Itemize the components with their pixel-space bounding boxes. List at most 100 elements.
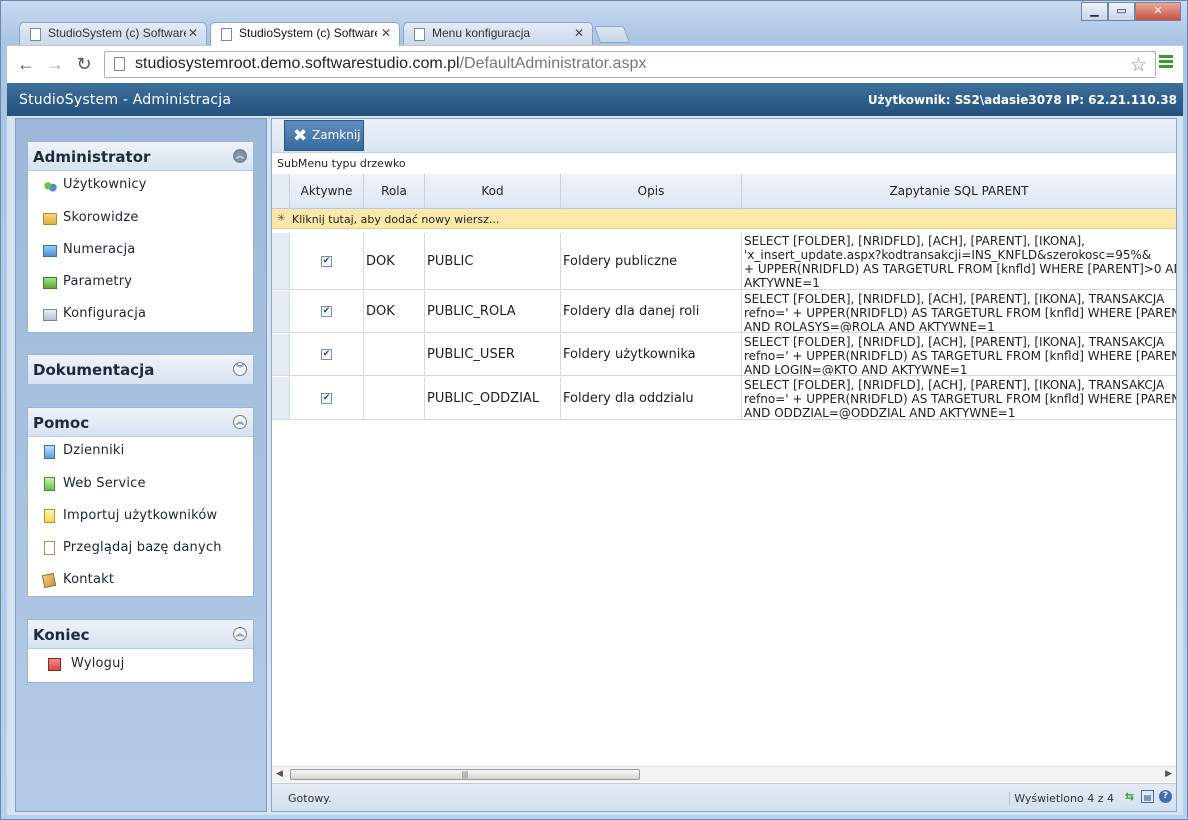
sidebar-item-importuj-uzytkownikow[interactable]: Importuj użytkowników [28, 501, 253, 533]
column-header-sql-parent[interactable]: Zapytanie SQL PARENT [742, 174, 1176, 209]
row-selector[interactable] [272, 291, 290, 332]
maximize-button[interactable]: ▭ [1108, 2, 1135, 21]
sidebar-item-label: Web Service [63, 476, 146, 491]
browser-window: StudioSystem (c) Software ✕ StudioSystem… [0, 0, 1188, 820]
sidebar-item-label: Numeracja [63, 242, 136, 257]
collapse-icon[interactable]: ︽ [233, 149, 247, 163]
url-host: studiosystemroot.demo.softwarestudio.com… [135, 55, 460, 72]
help-icon[interactable]: ? [1159, 790, 1172, 803]
cell-kod: PUBLIC_ODDZIAL [425, 377, 561, 419]
collapse-icon[interactable]: ︽ [233, 415, 247, 429]
cell-aktywne[interactable]: ✔ [290, 291, 364, 332]
group-administrator: Administrator ︽ Użytkownicy Skorowidze N… [27, 141, 254, 333]
sidebar-item-konfiguracja[interactable]: Konfiguracja [28, 299, 253, 331]
status-bar: Gotowy. Wyświetlono 4 z 4 ⇆ ▤ ? [272, 783, 1176, 811]
checkbox-checked-icon[interactable]: ✔ [321, 392, 332, 404]
checkbox-checked-icon[interactable]: ✔ [321, 306, 332, 317]
sidebar-item-numeracja[interactable]: Numeracja [28, 235, 253, 267]
cell-rola: DOK [364, 233, 425, 289]
column-header-rola[interactable]: Rola [364, 174, 425, 209]
add-new-row[interactable]: ✳ Kliknij tutaj, aby dodać nowy wiersz..… [272, 209, 1176, 229]
tab-close-icon[interactable]: ✕ [188, 26, 198, 40]
tab-title: StudioSystem (c) Software [48, 26, 186, 40]
star-icon[interactable]: ☆ [1130, 54, 1147, 77]
column-header-kod[interactable]: Kod [425, 174, 561, 209]
browser-tab-1[interactable]: StudioSystem (c) Software ✕ [19, 22, 207, 45]
sidebar-item-przegladaj-baze[interactable]: Przeglądaj bazę danych [28, 533, 253, 565]
group-pomoc: Pomoc ︽ Dzienniki Web Service Importuj u… [27, 407, 254, 597]
cell-opis: Foldery publiczne [561, 233, 742, 289]
scrollbar-thumb[interactable]: ||| [290, 769, 640, 780]
sidebar-item-dzienniki[interactable]: Dzienniki [28, 437, 253, 469]
status-actions: ⇆ ▤ ? [1123, 790, 1172, 803]
grid-title: SubMenu typu drzewko [277, 157, 406, 170]
close-window-button[interactable]: ✕ [1135, 2, 1181, 21]
checkbox-checked-icon[interactable]: ✔ [321, 349, 332, 360]
cell-rola [364, 377, 425, 419]
sidebar-item-uzytkownicy[interactable]: Użytkownicy [28, 171, 253, 203]
column-header-aktywne[interactable]: Aktywne [290, 174, 364, 209]
url-path: /DefaultAdministrator.aspx [459, 55, 647, 72]
tab-close-icon[interactable]: ✕ [381, 26, 391, 40]
table-row[interactable]: ✔ DOK PUBLIC_ROLA Foldery dla danej roli… [272, 291, 1176, 333]
browser-tab-3[interactable]: Menu konfiguracja ✕ [403, 22, 593, 45]
row-selector[interactable] [272, 334, 290, 375]
back-arrow-icon[interactable]: ← [15, 54, 37, 74]
new-tab-button[interactable] [593, 26, 631, 43]
group-header[interactable]: Dokumentacja ︾ [28, 355, 253, 384]
collapse-icon[interactable]: ︽ [233, 627, 247, 641]
column-header-opis[interactable]: Opis [561, 174, 742, 209]
cell-aktywne[interactable]: ✔ [290, 377, 364, 419]
row-selector[interactable] [272, 377, 290, 419]
sidebar-item-parametry[interactable]: Parametry [28, 267, 253, 299]
page-icon [414, 28, 425, 41]
tab-close-icon[interactable]: ✕ [574, 26, 584, 40]
scroll-left-icon[interactable]: ◀ [276, 768, 283, 779]
page-icon [30, 28, 41, 41]
folder-icon [43, 213, 57, 225]
app-title: StudioSystem - Administracja [19, 92, 232, 108]
group-header[interactable]: Pomoc ︽ [28, 408, 253, 437]
document-icon [44, 541, 55, 555]
chrome-menu-icon[interactable] [1159, 55, 1173, 69]
page-icon [114, 57, 125, 71]
table-row[interactable]: ✔ PUBLIC_USER Foldery użytkownika SELECT… [272, 334, 1176, 376]
cell-opis: Foldery użytkownika [561, 334, 742, 375]
page-icon [221, 28, 232, 41]
close-icon: ✖ [293, 126, 308, 146]
table-row[interactable]: ✔ PUBLIC_ODDZIAL Foldery dla oddzialu SE… [272, 377, 1176, 420]
forward-arrow-icon[interactable]: → [44, 54, 66, 74]
add-row-label: Kliknij tutaj, aby dodać nowy wiersz... [292, 213, 500, 226]
expand-icon[interactable]: ︾ [233, 362, 247, 376]
horizontal-scrollbar[interactable]: ◀ ||| ▶ [272, 766, 1176, 782]
group-title: Dokumentacja [33, 361, 155, 379]
group-title: Administrator [33, 148, 151, 166]
group-header[interactable]: Administrator ︽ [28, 142, 253, 171]
table-row[interactable]: ✔ DOK PUBLIC Foldery publiczne SELECT [F… [272, 233, 1176, 290]
reload-icon[interactable]: ↻ [73, 54, 95, 74]
group-koniec: Koniec ︽ Wyloguj [27, 619, 254, 683]
cell-aktywne[interactable]: ✔ [290, 233, 364, 289]
sidebar-item-kontakt[interactable]: Kontakt [28, 565, 253, 597]
refresh-icon[interactable]: ⇆ [1123, 790, 1136, 803]
cell-kod: PUBLIC [425, 233, 561, 289]
sidebar-item-skorowidze[interactable]: Skorowidze [28, 203, 253, 235]
close-button[interactable]: ✖ Zamknij [284, 120, 364, 151]
cell-opis: Foldery dla oddzialu [561, 377, 742, 419]
minimize-button[interactable]: ▁ [1081, 2, 1108, 21]
address-bar[interactable]: studiosystemroot.demo.softwarestudio.com… [104, 51, 1156, 78]
user-info: Użytkownik: SS2\adasie3078 IP: 62.21.110… [867, 93, 1177, 107]
sidebar-item-wyloguj[interactable]: Wyloguj [28, 649, 253, 681]
sidebar-item-web-service[interactable]: Web Service [28, 469, 253, 501]
export-icon[interactable]: ▤ [1141, 790, 1154, 803]
folder-blue-icon [43, 245, 57, 257]
browser-tab-2-active[interactable]: StudioSystem (c) Software ✕ [210, 22, 400, 46]
checkbox-checked-icon[interactable]: ✔ [321, 255, 332, 267]
group-title: Pomoc [33, 414, 90, 432]
logout-icon [48, 658, 61, 671]
scroll-right-icon[interactable]: ▶ [1165, 768, 1172, 779]
group-header[interactable]: Koniec ︽ [28, 620, 253, 649]
main-content: ✖ Zamknij SubMenu typu drzewko Aktywne R… [271, 118, 1177, 812]
cell-aktywne[interactable]: ✔ [290, 334, 364, 375]
row-selector[interactable] [272, 233, 290, 289]
